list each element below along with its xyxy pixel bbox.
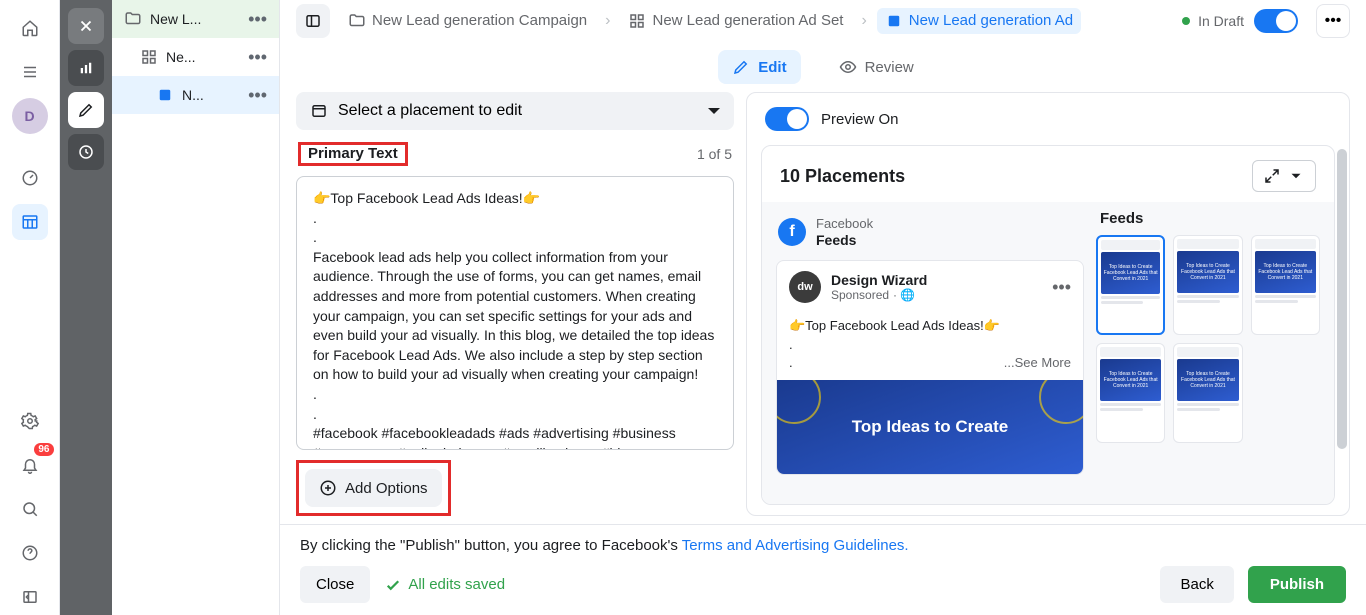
gear-icon[interactable] bbox=[12, 403, 48, 439]
more-icon[interactable]: ••• bbox=[244, 10, 271, 28]
left-rail: D bbox=[0, 0, 60, 615]
avatar[interactable]: D bbox=[12, 98, 48, 134]
placement-selector[interactable]: Select a placement to edit bbox=[296, 92, 734, 130]
clock-icon[interactable] bbox=[68, 134, 104, 170]
preview-column: Preview On 10 Placements f Fac bbox=[746, 92, 1350, 516]
tree-ad[interactable]: N... ••• bbox=[112, 76, 279, 114]
saved-status: All edits saved bbox=[384, 576, 505, 594]
main-area: New Lead generation Campaign › New Lead … bbox=[280, 0, 1366, 615]
placement-thumb[interactable]: Top Ideas to Create Facebook Lead Ads th… bbox=[1096, 235, 1165, 335]
facebook-icon: f bbox=[778, 218, 806, 246]
tab-review[interactable]: Review bbox=[825, 50, 928, 84]
scrollbar[interactable] bbox=[1337, 149, 1347, 449]
placement-selector-label: Select a placement to edit bbox=[338, 102, 522, 120]
sub-tabs: Edit Review bbox=[280, 42, 1366, 92]
more-icon[interactable]: ••• bbox=[244, 86, 271, 104]
help-icon[interactable] bbox=[12, 535, 48, 571]
ad-header: dw Design Wizard Sponsored · 🌐 ••• bbox=[777, 261, 1083, 313]
grid-icon[interactable] bbox=[12, 204, 48, 240]
terms-link[interactable]: Terms and Advertising Guidelines. bbox=[682, 537, 909, 554]
page-avatar: dw bbox=[789, 271, 821, 303]
content-row: Select a placement to edit Primary Text … bbox=[280, 92, 1366, 524]
footer: By clicking the "Publish" button, you ag… bbox=[280, 524, 1366, 615]
primary-text-header: Primary Text 1 of 5 bbox=[296, 140, 734, 166]
tree-label: N... bbox=[182, 87, 236, 103]
publish-button[interactable]: Publish bbox=[1248, 566, 1346, 603]
ad-primary-text: 👉Top Facebook Lead Ads Ideas!👉 . . ...Se… bbox=[777, 313, 1083, 380]
tree-campaign[interactable]: New L... ••• bbox=[112, 0, 279, 38]
preview-toggle[interactable] bbox=[765, 107, 809, 131]
tool-rail bbox=[60, 0, 112, 615]
preview-toggle-row: Preview On bbox=[747, 93, 1349, 145]
platform-name: Facebook bbox=[816, 216, 873, 232]
crumb-adset[interactable]: New Lead generation Ad Set bbox=[620, 8, 851, 34]
collapse-icon[interactable] bbox=[12, 579, 48, 615]
chevron-right-icon: › bbox=[605, 12, 610, 30]
platform-sub: Feeds bbox=[816, 232, 873, 249]
placements-card: 10 Placements f Facebook Feeds bbox=[761, 145, 1335, 505]
draft-toggle[interactable] bbox=[1254, 9, 1298, 33]
ad-sponsored: Sponsored · 🌐 bbox=[831, 288, 927, 302]
chevron-down-icon bbox=[708, 108, 720, 120]
thumbnails-column: Feeds Top Ideas to Create Facebook Lead … bbox=[1096, 210, 1320, 496]
tab-edit[interactable]: Edit bbox=[718, 50, 800, 84]
back-button[interactable]: Back bbox=[1160, 566, 1233, 603]
chart-icon[interactable] bbox=[68, 50, 104, 86]
ad-preview-card: dw Design Wizard Sponsored · 🌐 ••• 👉Top … bbox=[776, 260, 1084, 475]
preview-toggle-label: Preview On bbox=[821, 111, 899, 128]
crumb-label: New Lead generation Campaign bbox=[372, 12, 587, 29]
panel-toggle-button[interactable] bbox=[296, 4, 330, 38]
chevron-right-icon: › bbox=[861, 12, 866, 30]
breadcrumb-bar: New Lead generation Campaign › New Lead … bbox=[280, 0, 1366, 42]
ad-more-icon[interactable]: ••• bbox=[1052, 277, 1071, 298]
tree-label: Ne... bbox=[166, 49, 236, 65]
placements-header: 10 Placements bbox=[762, 146, 1334, 202]
placement-thumb[interactable]: Top Ideas to Create Facebook Lead Ads th… bbox=[1251, 235, 1320, 335]
draft-status: In Draft bbox=[1182, 13, 1244, 29]
globe-icon: · 🌐 bbox=[893, 288, 915, 302]
placements-body: f Facebook Feeds dw Design Wizard bbox=[762, 202, 1334, 504]
placement-thumb[interactable]: Top Ideas to Create Facebook Lead Ads th… bbox=[1096, 343, 1165, 443]
editor-column: Select a placement to edit Primary Text … bbox=[296, 92, 734, 516]
ad-page-name: Design Wizard bbox=[831, 272, 927, 288]
tree-adset[interactable]: Ne... ••• bbox=[112, 38, 279, 76]
more-icon[interactable]: ••• bbox=[244, 48, 271, 66]
crumb-campaign[interactable]: New Lead generation Campaign bbox=[340, 8, 595, 34]
primary-text-label: Primary Text bbox=[301, 140, 405, 167]
tab-label: Review bbox=[865, 59, 914, 76]
menu-icon[interactable] bbox=[12, 54, 48, 90]
ad-image: Top Ideas to Create bbox=[777, 380, 1083, 474]
platform-row: f Facebook Feeds bbox=[776, 210, 1084, 260]
close-icon[interactable] bbox=[68, 8, 104, 44]
primary-text-input[interactable]: 👉Top Facebook Lead Ads Ideas!👉 . . Faceb… bbox=[296, 176, 734, 450]
bell-icon[interactable] bbox=[12, 447, 48, 483]
thumbs-grid: Top Ideas to Create Facebook Lead Ads th… bbox=[1096, 235, 1320, 443]
status-label: In Draft bbox=[1198, 13, 1244, 29]
footer-legal: By clicking the "Publish" button, you ag… bbox=[300, 537, 1346, 554]
placements-title: 10 Placements bbox=[780, 166, 1252, 187]
tab-label: Edit bbox=[758, 59, 786, 76]
crumb-label: New Lead generation Ad bbox=[909, 12, 1073, 29]
placement-thumb[interactable]: Top Ideas to Create Facebook Lead Ads th… bbox=[1173, 235, 1242, 335]
pencil-icon[interactable] bbox=[68, 92, 104, 128]
tree-label: New L... bbox=[150, 11, 236, 27]
add-options-button[interactable]: Add Options bbox=[305, 469, 442, 507]
add-options-label: Add Options bbox=[345, 480, 428, 497]
crumb-ad[interactable]: New Lead generation Ad bbox=[877, 8, 1081, 34]
crumb-label: New Lead generation Ad Set bbox=[652, 12, 843, 29]
thumbs-title: Feeds bbox=[1096, 210, 1320, 235]
preview-main: f Facebook Feeds dw Design Wizard bbox=[776, 210, 1084, 496]
more-button[interactable]: ••• bbox=[1316, 4, 1350, 38]
status-dot-icon bbox=[1182, 17, 1190, 25]
see-more-link[interactable]: ...See More bbox=[1004, 354, 1071, 372]
home-icon[interactable] bbox=[12, 10, 48, 46]
footer-actions: Close All edits saved Back Publish bbox=[300, 566, 1346, 603]
primary-text-counter: 1 of 5 bbox=[697, 146, 732, 162]
expand-button[interactable] bbox=[1252, 160, 1316, 192]
close-button[interactable]: Close bbox=[300, 566, 370, 603]
search-icon[interactable] bbox=[12, 491, 48, 527]
campaign-tree: New L... ••• Ne... ••• N... ••• bbox=[112, 0, 280, 615]
gauge-icon[interactable] bbox=[12, 160, 48, 196]
placement-thumb[interactable]: Top Ideas to Create Facebook Lead Ads th… bbox=[1173, 343, 1242, 443]
